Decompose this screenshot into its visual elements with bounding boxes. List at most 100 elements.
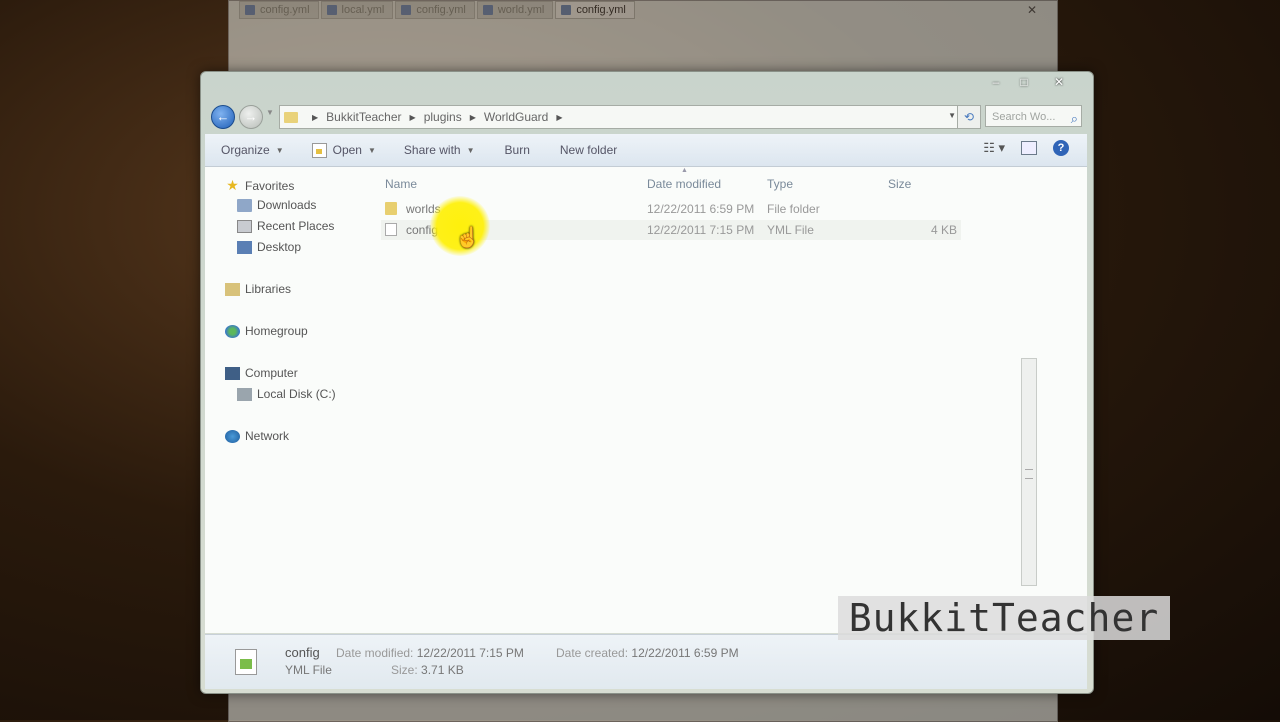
editor-tab[interactable]: local.yml: [320, 1, 394, 19]
address-bar[interactable]: ▶ BukkitTeacher ▶ plugins ▶ WorldGuard ▶…: [279, 105, 961, 129]
libraries-icon: [225, 282, 240, 296]
back-button[interactable]: ←: [211, 105, 235, 129]
nav-label: Network: [245, 429, 290, 443]
address-dropdown-icon[interactable]: ▼: [948, 111, 956, 120]
file-type: YML File: [767, 223, 814, 237]
breadcrumb-separator-icon[interactable]: ▶: [470, 113, 476, 122]
breadcrumb-item[interactable]: WorldGuard: [484, 110, 548, 124]
network-icon: [225, 429, 240, 443]
nav-item-desktop[interactable]: Desktop: [237, 240, 301, 254]
change-view-icon[interactable]: ☷ ▾: [983, 140, 1005, 156]
open-label: Open: [332, 143, 362, 157]
editor-tab[interactable]: world.yml: [476, 1, 554, 19]
nav-label: Favorites: [245, 178, 295, 193]
size-value: 3.71 KB: [421, 663, 464, 677]
maximize-button[interactable]: □: [1011, 74, 1037, 90]
nav-item-recent-places[interactable]: Recent Places: [237, 219, 334, 233]
preview-pane-icon[interactable]: [1021, 141, 1037, 155]
downloads-icon: [237, 198, 252, 212]
scrollbar-grip-icon: [1025, 469, 1033, 479]
folder-icon: [385, 202, 397, 215]
yml-file-icon: [385, 223, 397, 236]
folder-icon: [284, 111, 298, 123]
breadcrumb-item[interactable]: plugins: [424, 110, 462, 124]
nav-item-network[interactable]: Network: [225, 429, 289, 443]
star-icon: ★: [226, 177, 239, 193]
vertical-scrollbar[interactable]: [1021, 358, 1037, 586]
close-button[interactable]: ✕: [1039, 74, 1079, 90]
share-with-button[interactable]: Share with ▼: [404, 143, 475, 157]
breadcrumb-separator-icon[interactable]: ▶: [556, 113, 562, 122]
search-icon[interactable]: ⌕: [1071, 108, 1078, 130]
sort-caret-icon: ▲: [681, 167, 688, 174]
chevron-down-icon: ▼: [275, 145, 284, 155]
recent-pages-dropdown-icon[interactable]: ▼: [266, 108, 274, 117]
column-header-size[interactable]: Size: [888, 177, 911, 191]
minimize-button[interactable]: –: [983, 74, 1009, 90]
disk-drive-icon: [237, 387, 252, 401]
content-area: ★ Favorites Downloads Recent Places Desk…: [205, 167, 1087, 633]
chevron-down-icon: ▼: [367, 145, 376, 155]
column-header-name[interactable]: Name: [385, 177, 417, 191]
breadcrumb-separator-icon[interactable]: ▶: [312, 113, 318, 122]
chevron-down-icon: ▼: [466, 145, 475, 155]
command-bar: Organize ▼ Open ▼ Share with ▼ Burn New …: [205, 134, 1087, 167]
open-icon: [311, 142, 327, 158]
file-type: File folder: [767, 202, 820, 216]
details-size: Size: 3.71 KB: [391, 663, 464, 677]
nav-label: Homegroup: [245, 324, 308, 338]
desktop-icon: [237, 240, 252, 254]
nav-label: Libraries: [245, 282, 292, 296]
nav-item-homegroup[interactable]: Homegroup: [225, 324, 308, 338]
details-date-modified: Date modified: 12/22/2011 7:15 PM: [336, 646, 524, 660]
nav-item-computer[interactable]: Computer: [225, 366, 298, 380]
nav-label: Desktop: [257, 240, 302, 254]
nav-item-favorites[interactable]: ★ Favorites: [225, 177, 294, 194]
column-header-date-modified[interactable]: Date modified: [647, 177, 721, 191]
help-icon[interactable]: ?: [1053, 140, 1069, 156]
editor-close-icon[interactable]: ✕: [1027, 3, 1037, 17]
toolbar-right-group: ☷ ▾ ?: [983, 140, 1069, 156]
details-file-name: config: [285, 645, 320, 660]
burn-button[interactable]: Burn: [505, 143, 530, 157]
breadcrumb-separator-icon[interactable]: ▶: [410, 113, 416, 122]
new-folder-button[interactable]: New folder: [560, 143, 617, 157]
editor-tab[interactable]: config.yml: [395, 1, 475, 19]
watermark: BukkitTeacher: [838, 596, 1170, 640]
details-file-type: YML File: [285, 663, 332, 677]
yml-file-icon: [235, 649, 257, 675]
nav-label: Downloads: [257, 198, 317, 212]
computer-icon: [225, 366, 240, 380]
editor-tab-strip: config.yml local.yml config.yml world.ym…: [239, 1, 635, 19]
search-input[interactable]: Search Wo... ⌕: [985, 105, 1082, 127]
forward-button[interactable]: →: [239, 105, 263, 129]
homegroup-icon: [225, 324, 240, 338]
organize-label: Organize: [221, 143, 270, 157]
column-header-type[interactable]: Type: [767, 177, 793, 191]
share-with-label: Share with: [403, 143, 461, 157]
nav-item-libraries[interactable]: Libraries: [225, 282, 291, 296]
nav-label: Local Disk (C:): [257, 387, 336, 401]
recent-places-icon: [237, 219, 252, 233]
date-created-label: Date created:: [556, 646, 629, 660]
caption-buttons: – □ ✕: [983, 74, 1079, 90]
file-size: 4 KB: [930, 223, 957, 237]
nav-label: Computer: [245, 366, 298, 380]
nav-item-downloads[interactable]: Downloads: [237, 198, 316, 212]
hand-cursor-icon: ☝: [455, 227, 480, 249]
address-row: ← → ▼ ▶ BukkitTeacher ▶ plugins ▶ WorldG…: [209, 102, 1085, 130]
details-date-created: Date created: 12/22/2011 6:59 PM: [556, 646, 739, 660]
organize-button[interactable]: Organize ▼: [221, 143, 284, 157]
nav-label: Recent Places: [257, 219, 335, 233]
file-date: 12/22/2011 6:59 PM: [647, 202, 755, 216]
nav-item-local-disk[interactable]: Local Disk (C:): [237, 387, 336, 401]
date-modified-value: 12/22/2011 7:15 PM: [416, 646, 524, 660]
editor-tab-active[interactable]: config.yml: [555, 1, 635, 19]
breadcrumb-item[interactable]: BukkitTeacher: [326, 110, 401, 124]
open-button[interactable]: Open ▼: [311, 142, 376, 158]
size-label: Size:: [391, 663, 418, 677]
editor-tab[interactable]: config.yml: [239, 1, 319, 19]
refresh-button[interactable]: ⟲: [957, 105, 981, 129]
details-pane: config YML File Date modified: 12/22/201…: [205, 634, 1087, 689]
search-placeholder: Search Wo...: [992, 111, 1056, 123]
